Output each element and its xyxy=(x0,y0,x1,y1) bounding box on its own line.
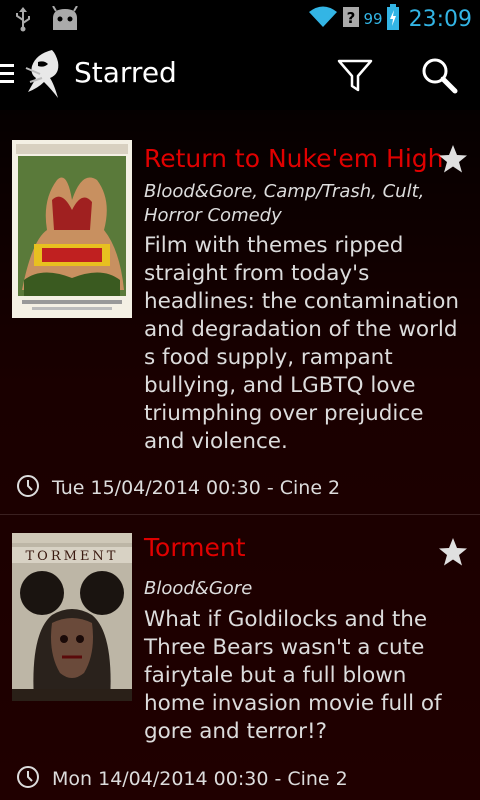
battery-charging-icon xyxy=(386,4,399,34)
clock: 23:09 xyxy=(408,6,472,32)
search-icon[interactable] xyxy=(420,56,458,94)
clock-icon xyxy=(16,474,40,502)
screening-time: Tue 15/04/2014 00:30 - Cine 2 xyxy=(16,474,340,502)
star-icon[interactable] xyxy=(438,144,468,174)
screening-time: Mon 14/04/2014 00:30 - Cine 2 xyxy=(16,765,348,793)
android-debug-icon xyxy=(50,5,80,36)
screening-time-text: Mon 14/04/2014 00:30 - Cine 2 xyxy=(52,768,348,790)
list-item[interactable]: Return to Nuke'em High Blood&Gore, Camp/… xyxy=(0,110,480,514)
wifi-icon xyxy=(308,5,338,33)
film-title[interactable]: Torment xyxy=(144,533,246,562)
no-signal-icon: ? xyxy=(342,5,360,33)
film-poster[interactable] xyxy=(12,140,132,318)
film-description: Film with themes ripped straight from to… xyxy=(144,233,459,454)
film-description: What if Goldilocks and the Three Bears w… xyxy=(144,607,442,744)
svg-text:TORMENT: TORMENT xyxy=(26,549,119,564)
film-genres: Blood&Gore, Camp/Trash, Cult, Horror Com… xyxy=(144,181,425,226)
star-icon[interactable] xyxy=(438,537,468,567)
film-poster[interactable]: TORMENT xyxy=(12,533,132,701)
usb-icon xyxy=(14,6,32,36)
film-genres: Blood&Gore xyxy=(144,578,253,599)
menu-icon[interactable] xyxy=(0,64,14,84)
film-list[interactable]: Return to Nuke'em High Blood&Gore, Camp/… xyxy=(0,110,480,800)
svg-text:?: ? xyxy=(346,9,355,27)
page-title: Starred xyxy=(74,56,177,89)
film-title[interactable]: Return to Nuke'em High xyxy=(144,144,443,173)
battery-percentage: 99 xyxy=(363,10,383,28)
action-bar: Starred xyxy=(0,38,480,146)
status-bar: ? 99 23:09 xyxy=(0,0,480,38)
clock-icon xyxy=(16,765,40,793)
app-logo-icon[interactable] xyxy=(22,48,64,100)
list-item[interactable]: TORMENT Torment Blood&Gore What if Goldi… xyxy=(0,515,480,800)
filter-icon[interactable] xyxy=(336,56,374,94)
screening-time-text: Tue 15/04/2014 00:30 - Cine 2 xyxy=(52,477,341,499)
